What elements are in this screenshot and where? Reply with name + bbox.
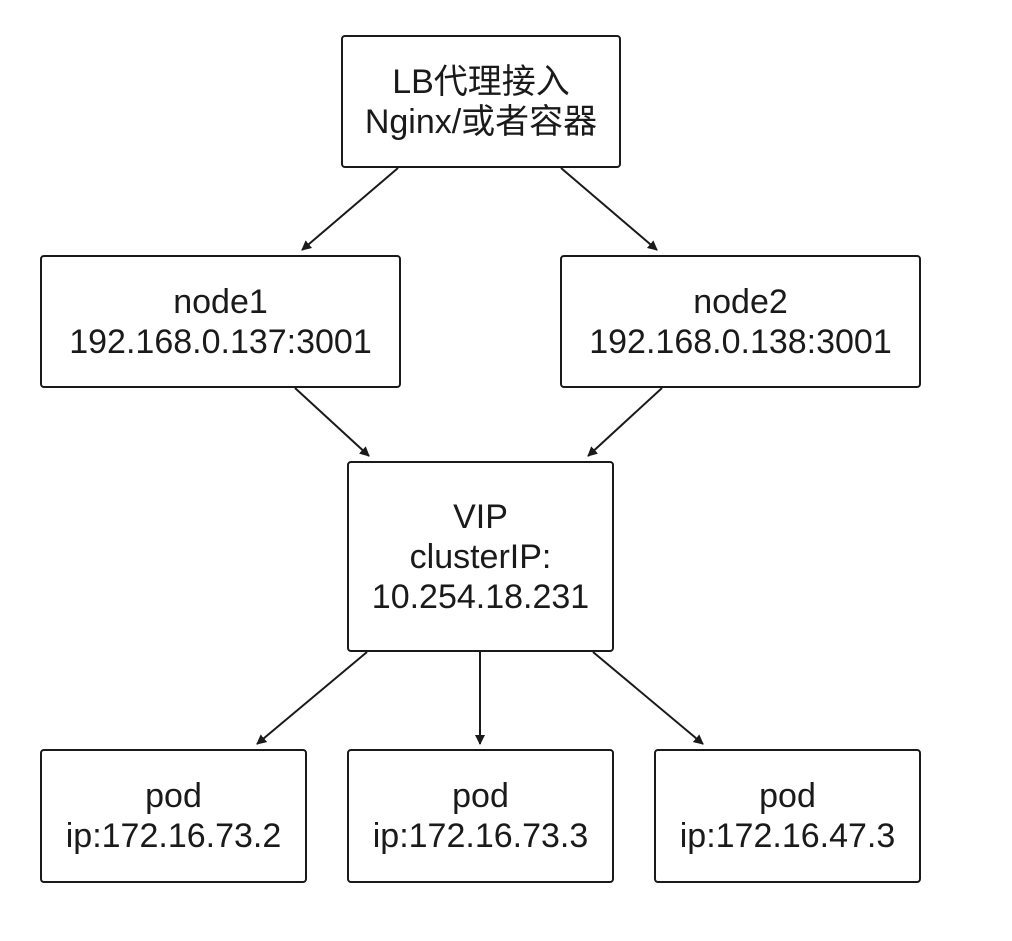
pod-title: pod	[452, 777, 509, 815]
vip-clusterip-value: 10.254.18.231	[371, 577, 590, 616]
vip-title: VIP	[453, 497, 508, 536]
vip-cluster-ip-box: VIP clusterIP: 10.254.18.231	[347, 461, 614, 652]
lb-title: LB代理接入	[392, 62, 570, 101]
pod-ip: ip:172.16.73.2	[65, 817, 282, 855]
pod-box-1: pod ip:172.16.73.2	[40, 749, 307, 883]
node1-box: node1 192.168.0.137:3001	[40, 255, 401, 388]
pod-box-3: pod ip:172.16.47.3	[654, 749, 921, 883]
node1-name: node1	[173, 282, 268, 321]
lb-proxy-node: LB代理接入 Nginx/或者容器	[341, 35, 621, 168]
pod-title: pod	[759, 777, 816, 815]
node2-address: 192.168.0.138:3001	[589, 322, 892, 361]
edge-lb-to-node1	[301, 167, 399, 251]
node2-name: node2	[693, 282, 788, 321]
pod-ip: ip:172.16.47.3	[679, 817, 896, 855]
node2-box: node2 192.168.0.138:3001	[560, 255, 921, 388]
lb-subtitle: Nginx/或者容器	[364, 102, 598, 141]
edge-vip-to-pod3	[592, 651, 704, 745]
pod-title: pod	[145, 777, 202, 815]
edge-vip-to-pod1	[256, 651, 368, 745]
edge-lb-to-node2	[560, 167, 658, 251]
node1-address: 192.168.0.137:3001	[69, 322, 372, 361]
vip-clusterip-label: clusterIP:	[409, 537, 552, 576]
edge-node2-to-vip	[587, 387, 663, 457]
topology-diagram: LB代理接入 Nginx/或者容器 node1 192.168.0.137:30…	[0, 0, 1012, 941]
pod-box-2: pod ip:172.16.73.3	[347, 749, 614, 883]
edge-node1-to-vip	[294, 387, 370, 457]
pod-ip: ip:172.16.73.3	[372, 817, 589, 855]
